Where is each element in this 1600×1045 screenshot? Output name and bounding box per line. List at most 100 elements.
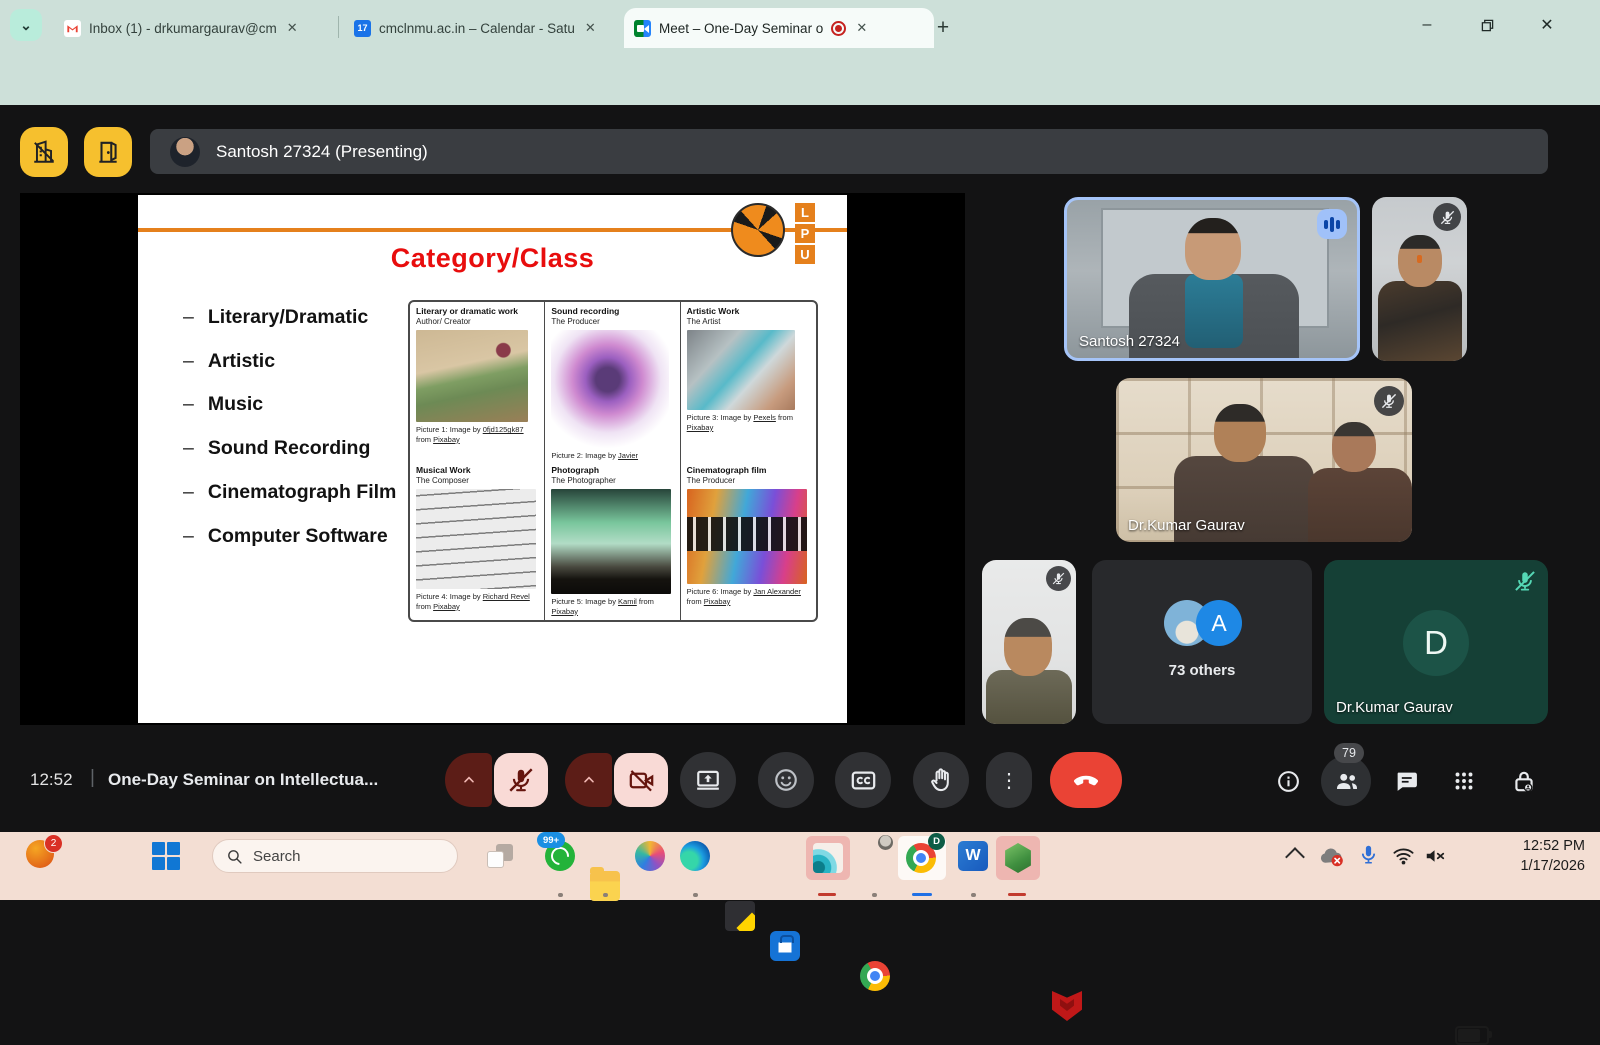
window-restore-button[interactable] xyxy=(1472,12,1502,38)
open-door-button[interactable] xyxy=(84,127,132,177)
people-icon[interactable] xyxy=(1334,768,1360,794)
taskbar-search-box[interactable]: Search xyxy=(212,839,458,873)
avatar: A xyxy=(1196,600,1242,646)
table-cell-sound: Sound recording The Producer Picture 2: … xyxy=(545,302,680,461)
table-cell-cinematograph: Cinematograph film The Producer Picture … xyxy=(681,461,816,620)
chat-button[interactable] xyxy=(1393,768,1419,794)
close-icon[interactable]: ✕ xyxy=(856,20,867,36)
tray-overflow-chevron-icon[interactable] xyxy=(1288,850,1302,864)
participant-name: Dr.Kumar Gaurav xyxy=(1336,699,1453,716)
building-slash-icon xyxy=(31,139,57,165)
others-tile[interactable]: A 73 others xyxy=(1092,560,1312,724)
chrome-profile-badge: D xyxy=(928,833,945,850)
reactions-button[interactable] xyxy=(758,752,814,808)
slide-bullet: – Cinematograph Film xyxy=(183,470,396,514)
volume-muted-icon[interactable] xyxy=(1424,845,1446,867)
copilot-icon[interactable] xyxy=(635,841,665,871)
tab-gmail[interactable]: Inbox (1) - drkumargaurav@cm ✕ xyxy=(54,8,350,48)
tab-search-button[interactable]: ⌄ xyxy=(10,9,42,41)
onedrive-error-icon[interactable] xyxy=(1318,845,1345,868)
video-tile-kumar-gaurav[interactable]: Dr.Kumar Gaurav xyxy=(1116,378,1412,542)
word-icon[interactable]: W xyxy=(958,841,988,871)
slide-bullet: – Artistic xyxy=(183,339,275,383)
microsoft-store-icon[interactable] xyxy=(770,931,800,961)
slide-bullet: – Literary/Dramatic xyxy=(183,295,368,339)
clock-date: 1/17/2026 xyxy=(1495,856,1585,876)
participant-count-badge: 79 xyxy=(1334,743,1364,763)
notification-badge: 2 xyxy=(44,834,63,853)
meeting-title: One-Day Seminar on Intellectua... xyxy=(108,770,438,790)
start-button[interactable] xyxy=(152,842,180,870)
battery-icon[interactable] xyxy=(1455,1026,1489,1045)
mic-muted-icon xyxy=(1514,570,1536,592)
captions-button[interactable] xyxy=(835,752,891,808)
browser-toolbar: meet.google.com/sxk-xzsy-xby?authuser=0 … xyxy=(0,48,1600,105)
recording-indicator-icon xyxy=(831,21,846,36)
edge-icon[interactable] xyxy=(680,841,710,871)
raise-hand-button[interactable] xyxy=(913,752,969,808)
windows-taskbar: 2 Search 99+ D W xyxy=(0,832,1600,900)
mic-in-use-icon[interactable] xyxy=(1358,844,1379,865)
presentation-stage: L P U Category/Class – Literary/Dramatic… xyxy=(20,193,965,725)
tab-separator xyxy=(338,16,339,38)
gmail-icon xyxy=(64,20,81,37)
book-photo xyxy=(416,330,528,422)
task-view-button[interactable] xyxy=(487,844,513,868)
participant-name: Santosh 27324 xyxy=(1079,333,1180,350)
slide-bullet: – Sound Recording xyxy=(183,426,370,470)
leave-call-button[interactable] xyxy=(1050,752,1122,808)
activities-button[interactable] xyxy=(1451,768,1477,794)
chrome-profile-avatar xyxy=(878,835,893,850)
window-minimize-button[interactable]: – xyxy=(1412,12,1442,38)
tab-meet-active[interactable]: Meet – One-Day Seminar o ✕ xyxy=(624,8,934,48)
video-tile-participant-small[interactable] xyxy=(982,560,1076,724)
mic-off-button[interactable] xyxy=(494,753,548,807)
divider: | xyxy=(90,767,95,789)
taskbar-clock[interactable]: 12:52 PM 1/17/2026 xyxy=(1495,836,1585,876)
tab-calendar[interactable]: 17 cmclnmu.ac.in – Calendar - Satu ✕ xyxy=(344,8,640,48)
table-cell-photograph: Photograph The Photographer Picture 5: I… xyxy=(545,461,680,620)
others-count-label: 73 others xyxy=(1092,662,1312,679)
participant-name: Dr.Kumar Gaurav xyxy=(1128,517,1245,534)
new-tab-button[interactable]: + xyxy=(928,13,958,43)
video-tile-santosh[interactable]: Santosh 27324 xyxy=(1064,197,1360,361)
chrome-icon[interactable] xyxy=(860,961,890,991)
browser-tab-strip: ⌄ Inbox (1) - drkumargaurav@cm ✕ 17 cmcl… xyxy=(0,0,1600,48)
wifi-icon[interactable] xyxy=(1392,844,1415,867)
presenter-avatar xyxy=(170,137,200,167)
more-options-button[interactable]: ⋮ xyxy=(986,752,1032,808)
host-controls-button[interactable] xyxy=(1511,768,1537,794)
lpu-letter: P xyxy=(795,224,815,243)
table-cell-artistic: Artistic Work The Artist Picture 3: Imag… xyxy=(681,302,816,461)
close-icon[interactable]: ✕ xyxy=(287,20,298,36)
slide-title: Category/Class xyxy=(138,243,847,274)
tab-title: cmclnmu.ac.in – Calendar - Satu xyxy=(379,21,575,36)
calendar-icon: 17 xyxy=(354,20,371,37)
conference-app-icon xyxy=(813,843,843,873)
slide-bullet: – Computer Software xyxy=(183,514,388,558)
mic-muted-icon xyxy=(1433,203,1461,231)
meet-page: Santosh 27324 (Presenting) L P U Categor… xyxy=(0,105,1600,832)
search-placeholder: Search xyxy=(253,848,301,865)
room-unavailable-button[interactable] xyxy=(20,127,68,177)
meeting-details-button[interactable] xyxy=(1275,768,1301,794)
sticky-notes-icon[interactable] xyxy=(725,901,755,931)
dancers-photo xyxy=(551,330,669,448)
present-screen-button[interactable] xyxy=(680,752,736,808)
mcafee-icon[interactable] xyxy=(1052,991,1082,1021)
active-app-tile[interactable] xyxy=(806,836,850,880)
mic-options-button[interactable] xyxy=(445,753,492,807)
video-tile-participant[interactable] xyxy=(1372,197,1467,361)
lpu-letter: L xyxy=(795,203,815,222)
window-close-button[interactable]: ✕ xyxy=(1532,12,1562,38)
camera-off-button[interactable] xyxy=(614,753,668,807)
close-icon[interactable]: ✕ xyxy=(585,20,596,36)
active-app-tile-2[interactable] xyxy=(996,836,1040,880)
door-icon xyxy=(95,139,121,165)
meeting-time: 12:52 xyxy=(30,770,73,790)
video-tile-kumar-gaurav-audio[interactable]: D Dr.Kumar Gaurav xyxy=(1324,560,1548,724)
search-icon xyxy=(226,848,243,865)
tab-title: Inbox (1) - drkumargaurav@cm xyxy=(89,21,277,36)
camera-options-button[interactable] xyxy=(565,753,612,807)
film-strip-photo xyxy=(687,489,807,584)
